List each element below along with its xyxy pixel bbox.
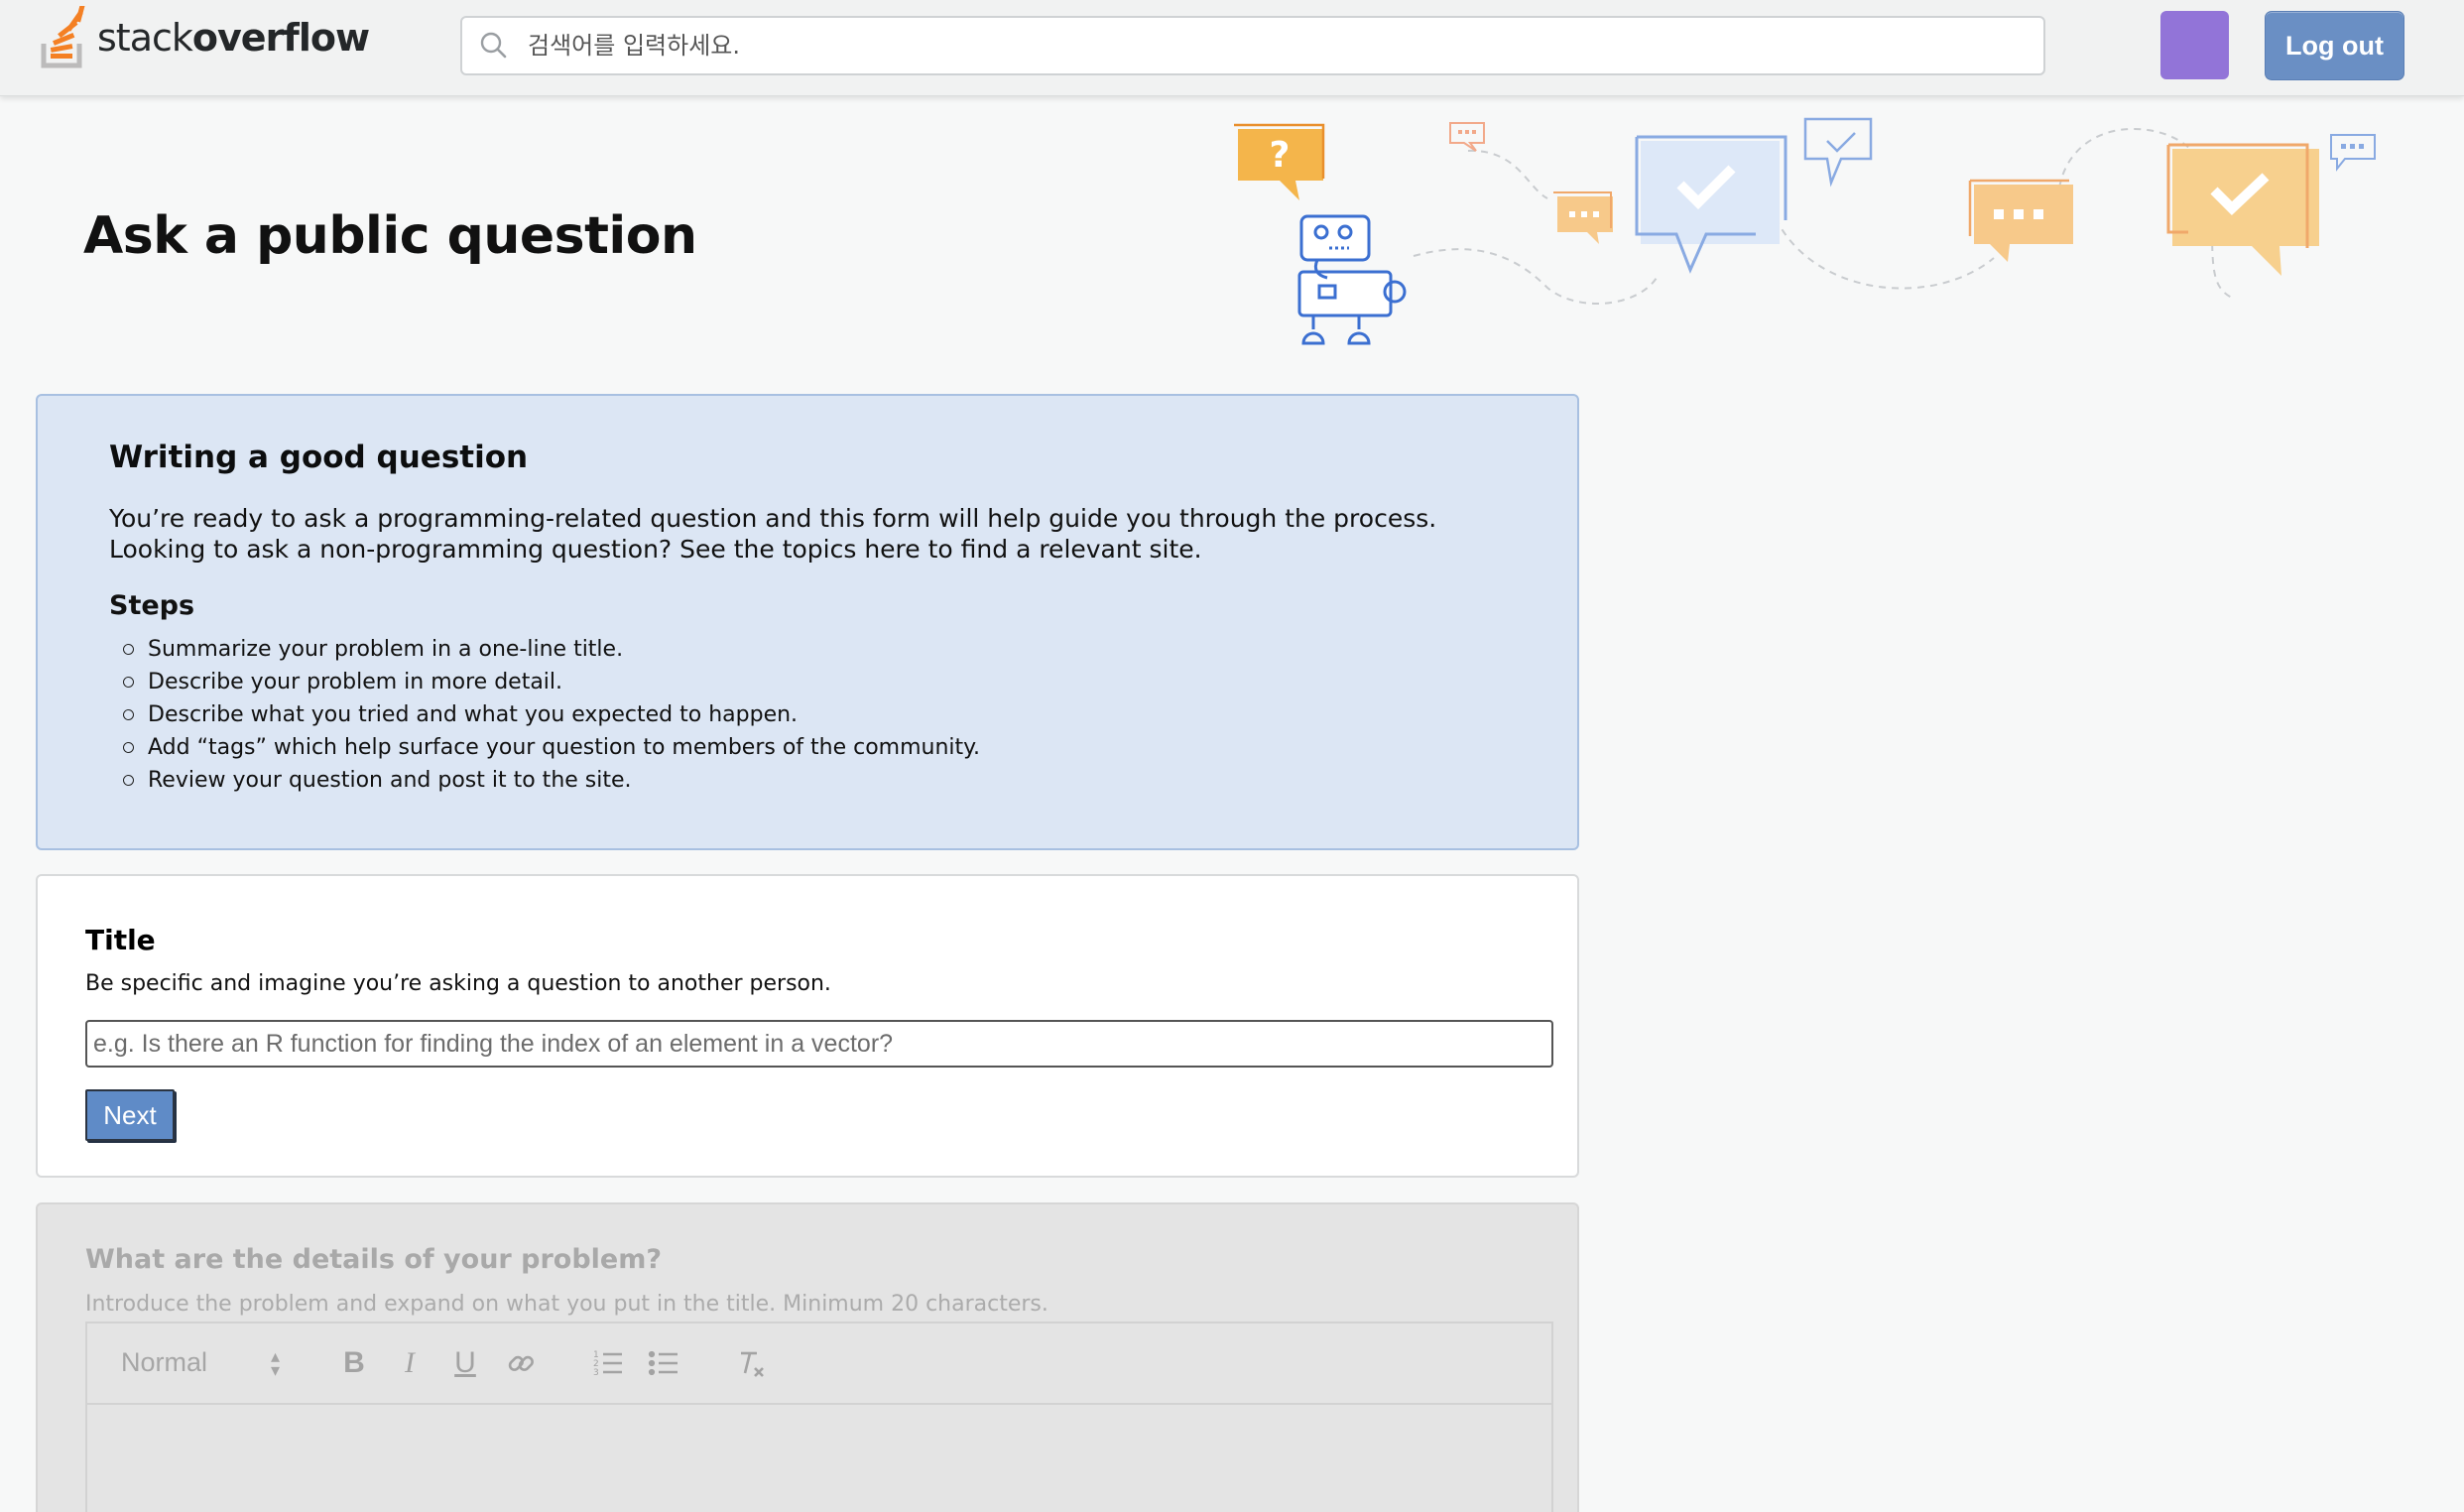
search-icon xyxy=(480,32,507,59)
guide-intro-line-1: You’re ready to ask a programming-relate… xyxy=(109,504,1437,533)
step-text: Add “tags” which help surface your quest… xyxy=(148,735,981,760)
svg-text:3: 3 xyxy=(593,1368,599,1378)
guide-heading: Writing a good question xyxy=(109,440,529,475)
title-label: Title xyxy=(85,924,156,956)
top-bar: stackoverflow Log out xyxy=(0,0,2464,96)
title-input[interactable] xyxy=(85,1020,1553,1068)
bullet-icon xyxy=(123,709,134,720)
logo-text-bold: overflow xyxy=(191,16,370,60)
bullet-icon xyxy=(123,644,134,655)
chat-bubble-icon xyxy=(1968,179,2073,262)
bullet-icon xyxy=(123,775,134,786)
stackoverflow-logo[interactable]: stackoverflow xyxy=(40,6,370,69)
chat-bubble-icon xyxy=(1553,191,1613,244)
step-item: Describe your problem in more detail. xyxy=(123,666,1506,698)
search-input[interactable] xyxy=(528,32,2016,60)
step-text: Review your question and post it to the … xyxy=(148,768,632,793)
question-bubble-icon: ? xyxy=(1234,123,1325,200)
svg-text:?: ? xyxy=(1270,135,1291,176)
step-item: Describe what you tried and what you exp… xyxy=(123,698,1506,731)
robot-icon xyxy=(1297,214,1407,345)
title-description: Be specific and imagine you’re asking a … xyxy=(85,971,831,996)
link-icon[interactable] xyxy=(504,1345,538,1381)
writing-guide-panel: Writing a good question You’re ready to … xyxy=(36,394,1579,850)
step-text: Summarize your problem in a one-line tit… xyxy=(148,637,624,662)
bullet-list-icon[interactable] xyxy=(647,1345,680,1381)
title-section: Title Be specific and imagine you’re ask… xyxy=(36,874,1579,1178)
underline-icon[interactable]: U xyxy=(448,1345,482,1381)
check-bubble-outline-icon xyxy=(1803,117,1873,188)
chat-bubble-outline-icon xyxy=(2330,134,2376,172)
details-description: Introduce the problem and expand on what… xyxy=(85,1292,1048,1317)
details-editor[interactable]: Normal ▴ ▾ B I U 1 2 3 xyxy=(85,1322,1553,1512)
logo-text-light: stack xyxy=(97,16,193,60)
chat-bubble-outline-icon xyxy=(1449,122,1485,152)
user-avatar[interactable] xyxy=(2160,11,2229,79)
bold-icon[interactable]: B xyxy=(337,1345,371,1381)
check-bubble-icon xyxy=(1635,135,1787,274)
search-bar xyxy=(460,16,2045,75)
guide-intro: You’re ready to ask a programming-relate… xyxy=(109,503,1506,565)
step-item: Review your question and post it to the … xyxy=(123,764,1506,797)
step-text: Describe what you tried and what you exp… xyxy=(148,702,799,727)
clear-format-icon[interactable] xyxy=(734,1345,768,1381)
steps-list: Summarize your problem in a one-line tit… xyxy=(123,633,1506,797)
step-item: Summarize your problem in a one-line tit… xyxy=(123,633,1506,666)
next-button[interactable]: Next xyxy=(85,1089,175,1141)
check-bubble-icon xyxy=(2166,143,2319,276)
step-item: Add “tags” which help surface your quest… xyxy=(123,731,1506,764)
italic-icon[interactable]: I xyxy=(393,1345,427,1381)
select-arrows-icon: ▴ ▾ xyxy=(270,1345,280,1380)
bullet-icon xyxy=(123,677,134,688)
logout-button[interactable]: Log out xyxy=(2265,11,2404,80)
format-select-value: Normal xyxy=(121,1347,208,1377)
step-text: Describe your problem in more detail. xyxy=(148,670,563,694)
editor-toolbar: Normal ▴ ▾ B I U 1 2 3 xyxy=(87,1323,1551,1405)
stackoverflow-logo-icon xyxy=(41,6,86,68)
ordered-list-icon[interactable]: 1 2 3 xyxy=(591,1345,625,1381)
logo-wordmark: stackoverflow xyxy=(97,16,370,60)
steps-heading: Steps xyxy=(109,590,195,621)
hero-illustration: ? xyxy=(1234,117,2376,345)
bullet-icon xyxy=(123,742,134,753)
format-select[interactable]: Normal ▴ ▾ xyxy=(121,1345,280,1380)
page-title: Ask a public question xyxy=(83,206,697,266)
details-section: What are the details of your problem? In… xyxy=(36,1202,1579,1512)
details-label: What are the details of your problem? xyxy=(85,1244,663,1275)
guide-intro-line-2: Looking to ask a non-programming questio… xyxy=(109,535,1202,564)
